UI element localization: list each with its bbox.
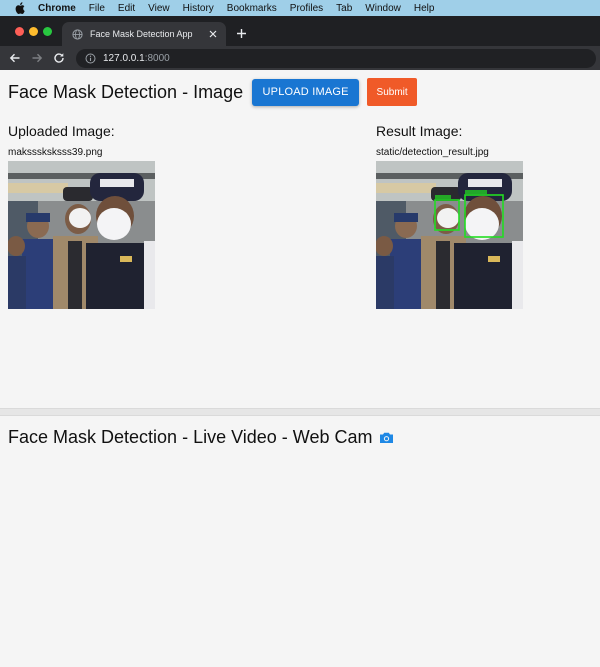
reload-icon[interactable] (52, 51, 66, 65)
result-filename: static/detection_result.jpg (376, 147, 489, 158)
uploaded-image-label: Uploaded Image: (8, 123, 115, 139)
url-host: 127.0.0.1 (103, 52, 145, 64)
info-icon[interactable] (85, 53, 96, 64)
apple-icon[interactable] (14, 2, 26, 14)
submit-button[interactable]: Submit (367, 78, 418, 106)
result-image-label: Result Image: (376, 123, 463, 139)
browser-tab[interactable]: Face Mask Detection App (62, 22, 226, 46)
menu-bookmarks[interactable]: Bookmarks (227, 3, 277, 14)
menu-edit[interactable]: Edit (118, 3, 135, 14)
result-image (376, 161, 523, 309)
menu-profiles[interactable]: Profiles (290, 3, 323, 14)
menu-window[interactable]: Window (365, 3, 401, 14)
globe-icon (72, 28, 83, 40)
menu-bar: Chrome File Edit View History Bookmarks … (0, 0, 600, 16)
section-divider (0, 408, 600, 416)
upload-image-button[interactable]: UPLOAD IMAGE (252, 78, 360, 106)
menu-file[interactable]: File (89, 3, 105, 14)
uploaded-filename: maksssksksss39.png (8, 147, 103, 158)
url-port: :8000 (144, 52, 170, 64)
menu-history[interactable]: History (183, 3, 214, 14)
menu-view[interactable]: View (148, 3, 170, 14)
tab-strip: Face Mask Detection App (0, 16, 600, 46)
live-video-header-row: Face Mask Detection - Live Video - Web C… (8, 427, 394, 448)
window-close-button[interactable] (15, 27, 24, 36)
image-header-row: Face Mask Detection - Image UPLOAD IMAGE… (8, 78, 418, 106)
browser-toolbar: 127.0.0.1:8000 (0, 46, 600, 70)
new-tab-icon[interactable] (235, 27, 247, 39)
image-section-heading: Face Mask Detection - Image (8, 81, 244, 102)
menu-tab[interactable]: Tab (336, 3, 352, 14)
menu-help[interactable]: Help (414, 3, 435, 14)
camera-icon[interactable] (379, 431, 394, 444)
page-content: Face Mask Detection - Image UPLOAD IMAGE… (0, 70, 600, 667)
menu-app-name[interactable]: Chrome (38, 3, 76, 14)
uploaded-image (8, 161, 155, 309)
window-zoom-button[interactable] (43, 27, 52, 36)
live-video-heading: Face Mask Detection - Live Video - Web C… (8, 427, 373, 447)
window-minimize-button[interactable] (29, 27, 38, 36)
close-icon[interactable] (208, 29, 218, 39)
back-icon[interactable] (8, 51, 22, 65)
tab-title: Face Mask Detection App (90, 29, 193, 39)
forward-icon[interactable] (30, 51, 44, 65)
address-bar[interactable]: 127.0.0.1:8000 (76, 48, 596, 68)
